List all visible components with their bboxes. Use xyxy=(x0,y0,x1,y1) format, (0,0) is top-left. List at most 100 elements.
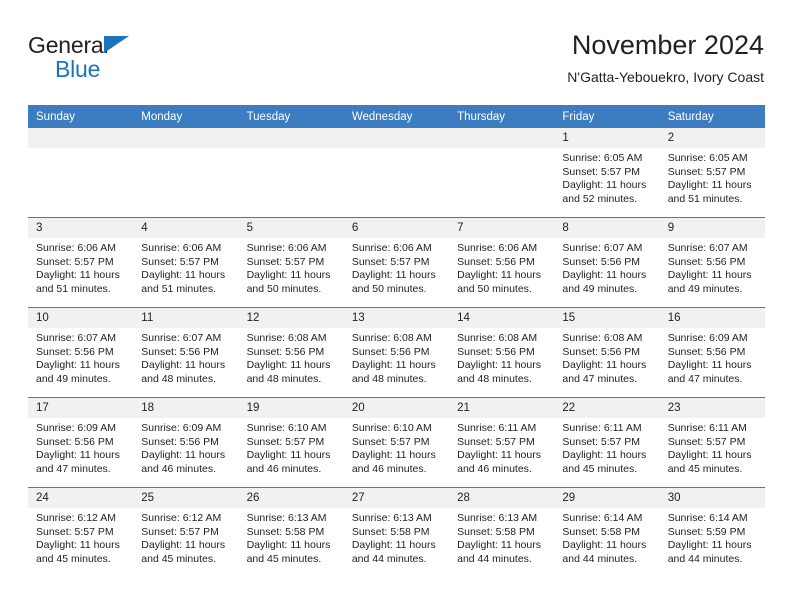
day-number: 23 xyxy=(659,398,765,418)
sunset-text: Sunset: 5:56 PM xyxy=(246,345,325,358)
day-cell[interactable]: 29 Sunrise: 6:14 AM Sunset: 5:58 PM Dayl… xyxy=(554,487,660,577)
day-cell[interactable]: 19 Sunrise: 6:10 AM Sunset: 5:57 PM Dayl… xyxy=(238,397,344,488)
sunrise-text: Sunrise: 6:13 AM xyxy=(351,512,432,524)
day-cell[interactable] xyxy=(343,128,450,218)
day-number: 26 xyxy=(238,488,344,508)
day-cell[interactable]: 14 Sunrise: 6:08 AM Sunset: 5:56 PM Dayl… xyxy=(449,307,555,398)
sunset-text: Sunset: 5:56 PM xyxy=(667,255,746,268)
day-details: Sunrise: 6:11 AM Sunset: 5:57 PM Dayligh… xyxy=(449,418,554,476)
sunrise-text: Sunrise: 6:07 AM xyxy=(667,242,748,254)
day-cell[interactable]: 16 Sunrise: 6:09 AM Sunset: 5:56 PM Dayl… xyxy=(659,307,765,398)
brand-name-blue: Blue xyxy=(55,56,101,82)
weekday-header-wednesday: Wednesday xyxy=(343,105,450,128)
day-cell[interactable]: 4 Sunrise: 6:06 AM Sunset: 5:57 PM Dayli… xyxy=(133,217,239,308)
day-number: 24 xyxy=(28,488,134,508)
day-details: Sunrise: 6:13 AM Sunset: 5:58 PM Dayligh… xyxy=(344,508,449,566)
day-cell[interactable]: 18 Sunrise: 6:09 AM Sunset: 5:56 PM Dayl… xyxy=(133,397,239,488)
day-cell[interactable]: 20 Sunrise: 6:10 AM Sunset: 5:57 PM Dayl… xyxy=(343,397,450,488)
day-cell[interactable]: 22 Sunrise: 6:11 AM Sunset: 5:57 PM Dayl… xyxy=(554,397,660,488)
day-cell[interactable]: 1 Sunrise: 6:05 AM Sunset: 5:57 PM Dayli… xyxy=(554,128,660,218)
day-number: 29 xyxy=(554,488,660,508)
sunrise-text: Sunrise: 6:06 AM xyxy=(457,242,538,254)
day-number: 30 xyxy=(659,488,765,508)
brand-logo[interactable]: General Blue xyxy=(28,32,248,82)
daylight-text-line1: Daylight: 11 hours xyxy=(141,539,226,551)
day-cell[interactable]: 21 Sunrise: 6:11 AM Sunset: 5:57 PM Dayl… xyxy=(449,397,555,488)
sunset-text: Sunset: 5:58 PM xyxy=(246,525,325,538)
daylight-text-line1: Daylight: 11 hours xyxy=(246,359,331,371)
day-number: 12 xyxy=(238,308,344,328)
day-number: 9 xyxy=(659,218,765,238)
weekday-header-row: Sunday Monday Tuesday Wednesday Thursday… xyxy=(28,105,765,128)
sunset-text: Sunset: 5:56 PM xyxy=(667,345,746,358)
day-number: 2 xyxy=(659,128,765,148)
sunrise-text: Sunrise: 6:10 AM xyxy=(351,422,432,434)
daylight-text-line1: Daylight: 11 hours xyxy=(36,359,120,371)
day-cell[interactable]: 12 Sunrise: 6:08 AM Sunset: 5:56 PM Dayl… xyxy=(238,307,344,398)
day-cell[interactable]: 17 Sunrise: 6:09 AM Sunset: 5:56 PM Dayl… xyxy=(28,397,134,488)
daylight-text-line1: Daylight: 11 hours xyxy=(562,539,647,551)
day-details: Sunrise: 6:11 AM Sunset: 5:57 PM Dayligh… xyxy=(660,418,765,476)
day-cell[interactable]: 10 Sunrise: 6:07 AM Sunset: 5:56 PM Dayl… xyxy=(28,307,134,398)
daylight-text-line1: Daylight: 11 hours xyxy=(141,269,226,281)
day-details: Sunrise: 6:07 AM Sunset: 5:56 PM Dayligh… xyxy=(660,238,765,296)
sunset-text: Sunset: 5:56 PM xyxy=(36,435,114,448)
sunset-text: Sunset: 5:56 PM xyxy=(457,345,535,358)
day-cell[interactable]: 27 Sunrise: 6:13 AM Sunset: 5:58 PM Dayl… xyxy=(343,487,450,577)
day-details: Sunrise: 6:08 AM Sunset: 5:56 PM Dayligh… xyxy=(344,328,449,386)
daylight-text-line2: and 44 minutes. xyxy=(351,552,427,565)
day-details: Sunrise: 6:14 AM Sunset: 5:58 PM Dayligh… xyxy=(554,508,659,566)
day-cell[interactable]: 3 Sunrise: 6:06 AM Sunset: 5:57 PM Dayli… xyxy=(28,217,134,308)
day-cell[interactable]: 11 Sunrise: 6:07 AM Sunset: 5:56 PM Dayl… xyxy=(133,307,239,398)
day-cell[interactable] xyxy=(449,128,555,218)
day-details: Sunrise: 6:07 AM Sunset: 5:56 PM Dayligh… xyxy=(28,328,133,386)
day-cell[interactable]: 15 Sunrise: 6:08 AM Sunset: 5:56 PM Dayl… xyxy=(554,307,660,398)
day-cell[interactable]: 8 Sunrise: 6:07 AM Sunset: 5:56 PM Dayli… xyxy=(554,217,660,308)
day-cell[interactable]: 23 Sunrise: 6:11 AM Sunset: 5:57 PM Dayl… xyxy=(659,397,765,488)
sunrise-text: Sunrise: 6:07 AM xyxy=(141,332,222,344)
day-details: Sunrise: 6:06 AM Sunset: 5:57 PM Dayligh… xyxy=(28,238,133,296)
day-cell[interactable]: 9 Sunrise: 6:07 AM Sunset: 5:56 PM Dayli… xyxy=(659,217,765,308)
day-cell[interactable] xyxy=(133,128,239,218)
sunset-text: Sunset: 5:56 PM xyxy=(351,345,430,358)
sunrise-text: Sunrise: 6:11 AM xyxy=(667,422,747,434)
day-details: Sunrise: 6:09 AM Sunset: 5:56 PM Dayligh… xyxy=(28,418,133,476)
daylight-text-line2: and 45 minutes. xyxy=(562,462,638,475)
sunset-text: Sunset: 5:56 PM xyxy=(141,435,219,448)
day-cell[interactable] xyxy=(238,128,344,218)
sunset-text: Sunset: 5:56 PM xyxy=(562,345,641,358)
day-number: 11 xyxy=(133,308,239,328)
day-cell[interactable]: 13 Sunrise: 6:08 AM Sunset: 5:56 PM Dayl… xyxy=(343,307,450,398)
day-details: Sunrise: 6:09 AM Sunset: 5:56 PM Dayligh… xyxy=(133,418,238,476)
page-subtitle: N'Gatta-Yebouekro, Ivory Coast xyxy=(567,69,764,85)
daylight-text-line2: and 45 minutes. xyxy=(667,462,743,475)
day-cell[interactable] xyxy=(28,128,134,218)
day-number: 14 xyxy=(449,308,555,328)
daylight-text-line1: Daylight: 11 hours xyxy=(351,359,436,371)
daylight-text-line1: Daylight: 11 hours xyxy=(36,539,120,551)
day-cell[interactable]: 30 Sunrise: 6:14 AM Sunset: 5:59 PM Dayl… xyxy=(659,487,765,577)
day-details: Sunrise: 6:06 AM Sunset: 5:56 PM Dayligh… xyxy=(449,238,554,296)
brand-name-general: General xyxy=(28,32,109,58)
day-details: Sunrise: 6:09 AM Sunset: 5:56 PM Dayligh… xyxy=(660,328,765,386)
day-cell[interactable]: 6 Sunrise: 6:06 AM Sunset: 5:57 PM Dayli… xyxy=(343,217,450,308)
daylight-text-line1: Daylight: 11 hours xyxy=(36,269,120,281)
day-cell[interactable]: 28 Sunrise: 6:13 AM Sunset: 5:58 PM Dayl… xyxy=(449,487,555,577)
day-cell[interactable]: 2 Sunrise: 6:05 AM Sunset: 5:57 PM Dayli… xyxy=(659,128,765,218)
daylight-text-line2: and 50 minutes. xyxy=(351,282,427,295)
calendar-week-row: 17 Sunrise: 6:09 AM Sunset: 5:56 PM Dayl… xyxy=(28,397,765,488)
calendar-week-row: 10 Sunrise: 6:07 AM Sunset: 5:56 PM Dayl… xyxy=(28,307,765,398)
day-cell[interactable]: 24 Sunrise: 6:12 AM Sunset: 5:57 PM Dayl… xyxy=(28,487,134,577)
day-cell[interactable]: 5 Sunrise: 6:06 AM Sunset: 5:57 PM Dayli… xyxy=(238,217,344,308)
sunset-text: Sunset: 5:57 PM xyxy=(351,255,430,268)
sunrise-text: Sunrise: 6:06 AM xyxy=(141,242,222,254)
daylight-text-line1: Daylight: 11 hours xyxy=(246,539,331,551)
sunset-text: Sunset: 5:58 PM xyxy=(351,525,430,538)
calendar-body: 1 Sunrise: 6:05 AM Sunset: 5:57 PM Dayli… xyxy=(28,128,765,577)
day-number: 4 xyxy=(133,218,239,238)
daylight-text-line1: Daylight: 11 hours xyxy=(351,539,436,551)
day-cell[interactable]: 7 Sunrise: 6:06 AM Sunset: 5:56 PM Dayli… xyxy=(449,217,555,308)
day-cell[interactable]: 26 Sunrise: 6:13 AM Sunset: 5:58 PM Dayl… xyxy=(238,487,344,577)
day-cell[interactable]: 25 Sunrise: 6:12 AM Sunset: 5:57 PM Dayl… xyxy=(133,487,239,577)
daylight-text-line2: and 52 minutes. xyxy=(562,192,638,205)
